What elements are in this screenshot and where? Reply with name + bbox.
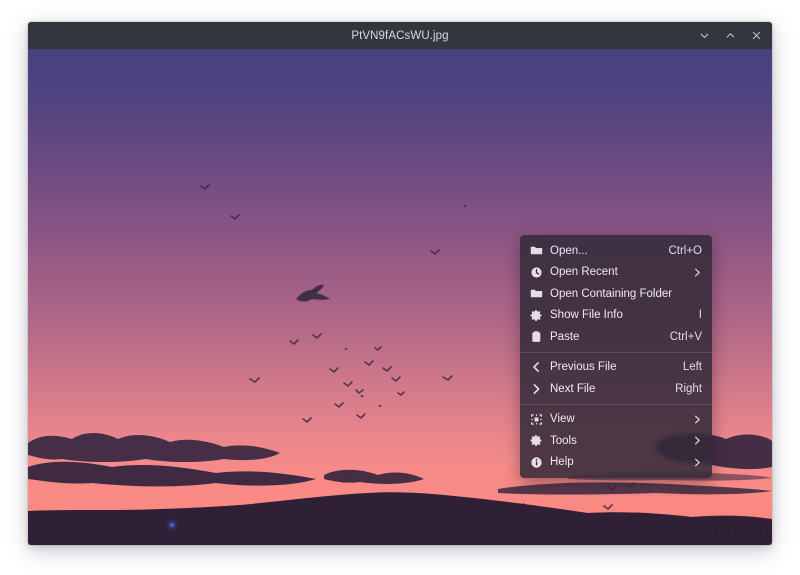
title-bar[interactable]: PtVN9fACsWU.jpg (28, 22, 772, 49)
menu-item-label: Show File Info (550, 309, 689, 321)
folder-icon (529, 286, 544, 301)
menu-item-view[interactable]: View (520, 409, 712, 431)
menu-item-label: Tools (550, 435, 682, 447)
menu-item-label: Previous File (550, 361, 673, 373)
menu-item-accelerator: Ctrl+V (670, 331, 702, 343)
info-icon (529, 455, 544, 470)
menu-item-help[interactable]: Help (520, 452, 712, 474)
chevron-right-icon (692, 435, 702, 446)
maximize-button[interactable] (724, 29, 737, 42)
menu-item-tools[interactable]: Tools (520, 430, 712, 452)
chevron-right-icon (529, 381, 544, 396)
clipboard-paste-icon (529, 329, 544, 344)
menu-item-open-containing-folder[interactable]: Open Containing Folder (520, 283, 712, 305)
menu-item-label: Next File (550, 383, 665, 395)
menu-item-label: Open... (550, 245, 658, 257)
screen: PtVN9fACsWU.jpg (0, 0, 800, 575)
menu-separator (520, 404, 712, 405)
menu-item-label: Open Recent (550, 266, 682, 278)
menu-item-open-recent[interactable]: Open Recent (520, 262, 712, 284)
image-canvas[interactable]: Open... Ctrl+O Open Recent (28, 49, 772, 545)
view-frame-icon (529, 412, 544, 427)
window-controls (698, 22, 763, 49)
menu-item-label: Help (550, 456, 682, 468)
clock-icon (529, 265, 544, 280)
menu-item-label: View (550, 413, 682, 425)
menu-separator (520, 352, 712, 353)
chevron-right-icon (692, 414, 702, 425)
chevron-right-icon (692, 457, 702, 468)
minimize-button[interactable] (698, 29, 711, 42)
chevron-left-icon (529, 360, 544, 375)
blue-light-point (170, 523, 174, 527)
menu-item-accelerator: Left (683, 361, 702, 373)
window-title: PtVN9fACsWU.jpg (351, 30, 448, 42)
menu-item-label: Paste (550, 331, 660, 343)
menu-item-previous-file[interactable]: Previous File Left (520, 357, 712, 379)
chevron-right-icon (692, 267, 702, 278)
gear-icon (529, 308, 544, 323)
menu-item-label: Open Containing Folder (550, 288, 702, 300)
menu-item-paste[interactable]: Paste Ctrl+V (520, 326, 712, 348)
gear-icon (529, 433, 544, 448)
menu-item-open[interactable]: Open... Ctrl+O (520, 240, 712, 262)
menu-item-show-file-info[interactable]: Show File Info I (520, 305, 712, 327)
menu-item-accelerator: I (699, 309, 702, 321)
close-button[interactable] (750, 29, 763, 42)
menu-item-accelerator: Ctrl+O (668, 245, 702, 257)
context-menu[interactable]: Open... Ctrl+O Open Recent (520, 235, 712, 478)
menu-item-accelerator: Right (675, 383, 702, 395)
folder-icon (529, 243, 544, 258)
menu-item-next-file[interactable]: Next File Right (520, 378, 712, 400)
image-viewer-window: PtVN9fACsWU.jpg (28, 22, 772, 545)
